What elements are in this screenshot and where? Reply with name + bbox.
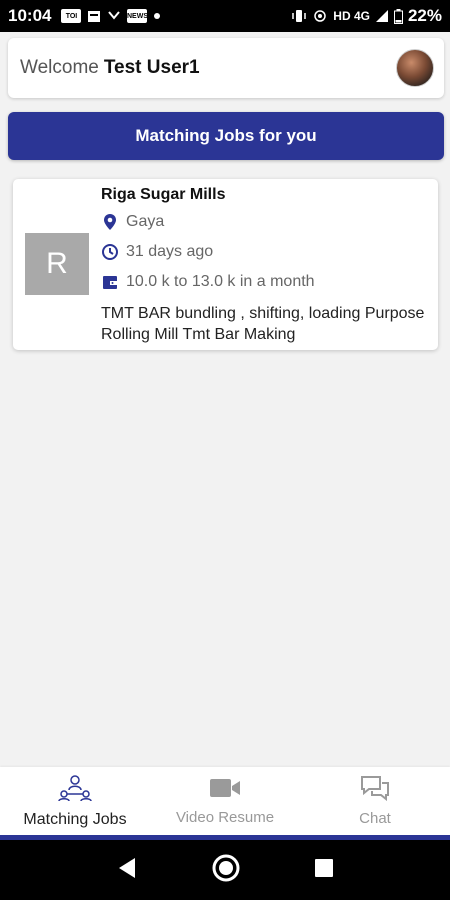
welcome-label: Welcome <box>20 57 99 78</box>
job-posted-row: 31 days ago <box>101 237 431 267</box>
user-name: Test User1 <box>103 57 200 78</box>
news-icon: NEWS <box>127 9 148 23</box>
bottom-nav: Matching Jobs Video Resume Chat <box>0 767 450 835</box>
job-location: Gaya <box>126 213 165 230</box>
nav-matching-jobs[interactable]: Matching Jobs <box>0 767 150 835</box>
status-time: 10:04 <box>8 6 52 25</box>
header-card: Welcome Test User1 <box>8 38 444 98</box>
job-description: TMT BAR bundling , shifting, loading Pur… <box>101 305 425 343</box>
avatar[interactable] <box>396 49 434 87</box>
nav-label-chat: Chat <box>359 810 391 827</box>
home-icon[interactable] <box>211 853 241 888</box>
dot-icon <box>153 12 161 20</box>
nav-label-matching-jobs: Matching Jobs <box>23 810 127 828</box>
location-pin-icon <box>101 213 119 231</box>
missed-call-icon <box>107 9 121 23</box>
toi-icon: TOI <box>61 9 82 23</box>
back-icon[interactable] <box>116 856 138 885</box>
job-salary-row: 10.0 k to 13.0 k in a month <box>101 267 431 297</box>
calendar-icon <box>87 9 101 23</box>
wallet-icon <box>101 273 119 291</box>
battery-level: 22% <box>407 6 442 25</box>
nav-chat[interactable]: Chat <box>300 767 450 835</box>
battery-icon <box>393 8 403 24</box>
matching-jobs-banner: Matching Jobs for you <box>8 112 444 160</box>
vibrate-icon <box>291 9 307 23</box>
nav-video-resume[interactable]: Video Resume <box>150 767 300 835</box>
company-logo: R <box>25 233 89 295</box>
job-location-row: Gaya <box>101 207 431 237</box>
matching-jobs-icon <box>58 774 92 807</box>
video-camera-icon <box>209 776 241 805</box>
hotspot-icon <box>312 8 328 24</box>
signal-icon <box>375 9 389 23</box>
nav-label-video-resume: Video Resume <box>175 809 275 826</box>
clock-icon <box>101 243 119 261</box>
job-details: Riga Sugar Mills Gaya 31 days ago 10.0 k… <box>101 183 431 345</box>
banner-title: Matching Jobs for you <box>135 126 317 145</box>
recents-icon[interactable] <box>314 858 334 883</box>
job-card[interactable]: R Riga Sugar Mills Gaya 31 days ago 10.0… <box>13 179 438 350</box>
chat-icon <box>360 775 390 806</box>
network-label: HD 4G <box>333 9 370 23</box>
job-salary: 10.0 k to 13.0 k in a month <box>126 273 315 290</box>
company-name: Riga Sugar Mills <box>101 186 226 203</box>
job-posted-date: 31 days ago <box>126 243 214 260</box>
status-bar: 10:04 TOI NEWS HD 4G 22% <box>0 0 450 32</box>
system-nav-bar <box>0 840 450 900</box>
